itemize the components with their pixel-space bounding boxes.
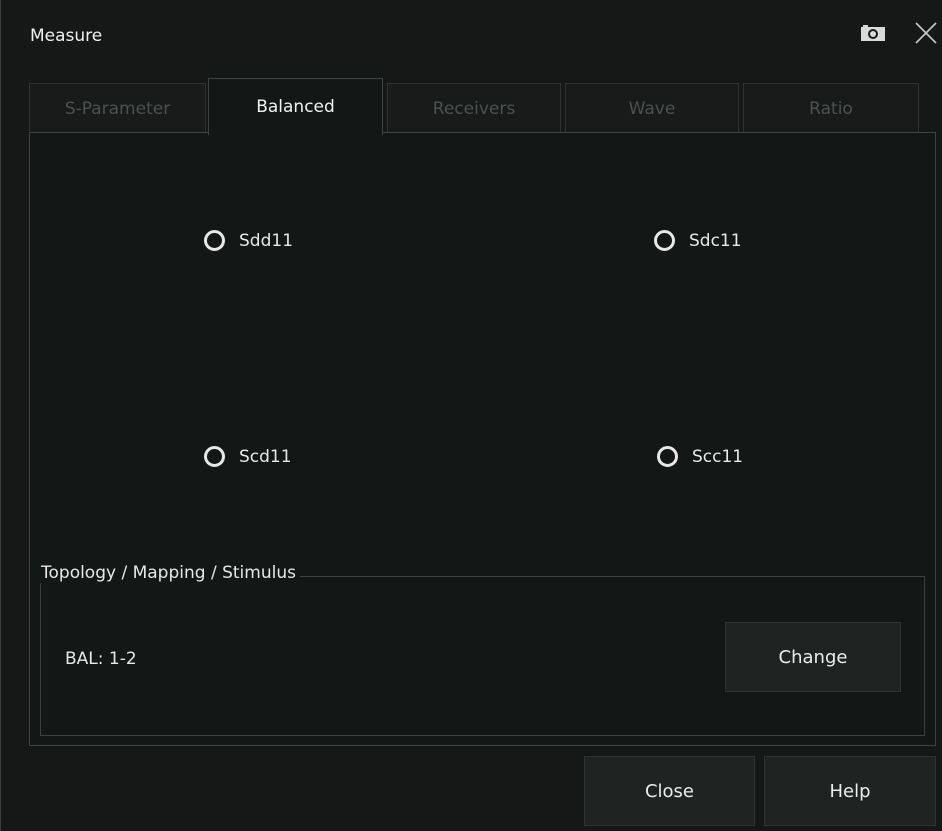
- radio-button-icon: [204, 230, 225, 251]
- camera-icon[interactable]: [860, 24, 886, 42]
- tab-label: Receivers: [432, 98, 516, 119]
- title-bar: Measure: [1, 0, 942, 70]
- change-button-label: Change: [778, 646, 848, 668]
- close-button-label: Close: [644, 780, 695, 802]
- tab-wave[interactable]: Wave: [565, 83, 739, 133]
- radio-label: Scd11: [239, 446, 292, 467]
- radio-button-icon: [204, 446, 225, 467]
- balanced-panel: Sdd11 Sdc11 Scd11 Scc11 Topology / Mappi…: [29, 132, 936, 746]
- tab-label: Wave: [628, 98, 676, 119]
- radio-scd11[interactable]: Scd11: [204, 446, 292, 467]
- tab-receivers[interactable]: Receivers: [387, 83, 561, 133]
- topology-group-title: Topology / Mapping / Stimulus: [37, 563, 300, 583]
- close-button[interactable]: Close: [584, 756, 755, 826]
- radio-sdc11[interactable]: Sdc11: [654, 230, 742, 251]
- tab-ratio[interactable]: Ratio: [743, 83, 919, 133]
- tab-balanced[interactable]: Balanced: [208, 78, 383, 135]
- tab-label: Ratio: [809, 98, 853, 119]
- help-button[interactable]: Help: [764, 756, 936, 826]
- dialog-title: Measure: [30, 26, 103, 46]
- radio-sdd11[interactable]: Sdd11: [204, 230, 293, 251]
- radio-scc11[interactable]: Scc11: [657, 446, 743, 467]
- radio-button-icon: [657, 446, 678, 467]
- tab-s-parameter[interactable]: S-Parameter: [29, 83, 206, 133]
- radio-label: Sdd11: [239, 230, 294, 251]
- close-icon[interactable]: [913, 20, 939, 46]
- radio-button-icon: [654, 230, 675, 251]
- help-button-label: Help: [829, 780, 871, 802]
- radio-label: Scc11: [692, 446, 744, 467]
- topology-value: BAL: 1-2: [65, 649, 137, 669]
- tab-label: Balanced: [256, 97, 335, 117]
- tab-bar: S-Parameter Balanced Receivers Wave Rati…: [29, 78, 919, 135]
- tab-label: S-Parameter: [64, 98, 171, 119]
- topology-group: Topology / Mapping / Stimulus BAL: 1-2 C…: [37, 563, 925, 736]
- change-button[interactable]: Change: [725, 622, 901, 692]
- radio-label: Sdc11: [689, 230, 742, 251]
- measure-dialog: Measure S-Parameter Balanced Receivers W…: [0, 0, 942, 831]
